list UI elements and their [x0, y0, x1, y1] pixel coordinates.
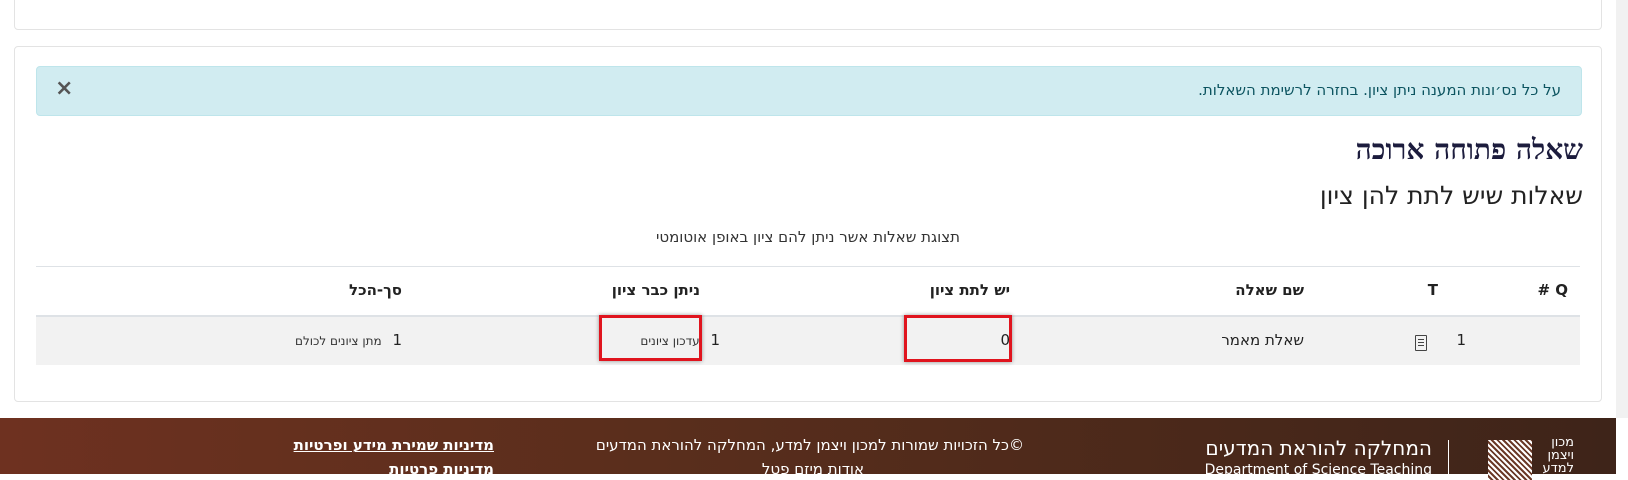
site-footer: מכון ויצמן למדע המחלקה להוראת המדעים Dep… — [0, 418, 1616, 480]
table-header-row: Q # T שם שאלה יש לתת ציון ניתן כבר ציון … — [36, 267, 1580, 317]
grading-card: על כל נס׳ונות המענה ניתן ציון. בחזרה לרש… — [14, 46, 1602, 402]
header-already-graded: ניתן כבר ציון — [611, 281, 700, 299]
privacy-link[interactable]: מדיניות פרטיות — [389, 460, 494, 478]
row-q-number: 1 — [1456, 331, 1466, 349]
row-total: 1 מתן ציונים לכולם — [295, 331, 402, 349]
document-icon[interactable] — [1415, 333, 1427, 351]
row-question-name[interactable]: שאלת מאמר — [1221, 331, 1304, 349]
header-question-name: שם שאלה — [1235, 281, 1304, 299]
table-caption: תצוגת שאלות אשר ניתן להם ציון באופן אוטו… — [656, 228, 960, 246]
header-type: T — [1427, 281, 1438, 299]
highlight-to-grade — [904, 315, 1012, 362]
section-title: שאלות שיש לתת להן ציון — [1319, 181, 1583, 210]
grading-table: Q # T שם שאלה יש לתת ציון ניתן כבר ציון … — [36, 266, 1580, 365]
header-to-grade: יש לתת ציון — [929, 281, 1010, 299]
table-row: 1 שאלת מאמר 0 1 עדכון ציונים 1 מתן ציוני… — [36, 317, 1580, 365]
top-card — [14, 0, 1602, 30]
already-graded-count: 1 — [710, 331, 720, 349]
department-name-en: Department of Science Teaching — [1204, 462, 1432, 478]
copyright-text: ©כל הזכויות שמורות למכון ויצמן למדע, המח… — [595, 436, 1024, 454]
about-site-link[interactable]: אודות מיזם פטל — [762, 460, 864, 478]
privacy-policy-link[interactable]: מדיניות שמירת מידע ופרטיות — [294, 436, 494, 454]
header-q-number: Q # — [1537, 281, 1568, 299]
department-name-he: המחלקה להוראת המדעים — [1205, 436, 1432, 460]
institute-logo-icon — [1488, 440, 1532, 480]
page-title: שאלה פתוחה ארוכה — [1355, 133, 1583, 166]
logo-text: מכון ויצמן למדע — [1542, 435, 1574, 476]
grade-all-link[interactable]: מתן ציונים לכולם — [295, 334, 382, 348]
highlight-already-graded — [599, 315, 702, 361]
close-icon[interactable]: × — [55, 78, 73, 100]
success-alert: על כל נס׳ונות המענה ניתן ציון. בחזרה לרש… — [36, 66, 1582, 116]
total-count: 1 — [392, 331, 402, 349]
logo-divider — [1448, 440, 1449, 474]
alert-message[interactable]: על כל נס׳ונות המענה ניתן ציון. בחזרה לרש… — [1198, 81, 1561, 99]
header-total: סך-הכל — [349, 281, 402, 299]
vertical-scrollbar[interactable] — [1616, 0, 1628, 418]
